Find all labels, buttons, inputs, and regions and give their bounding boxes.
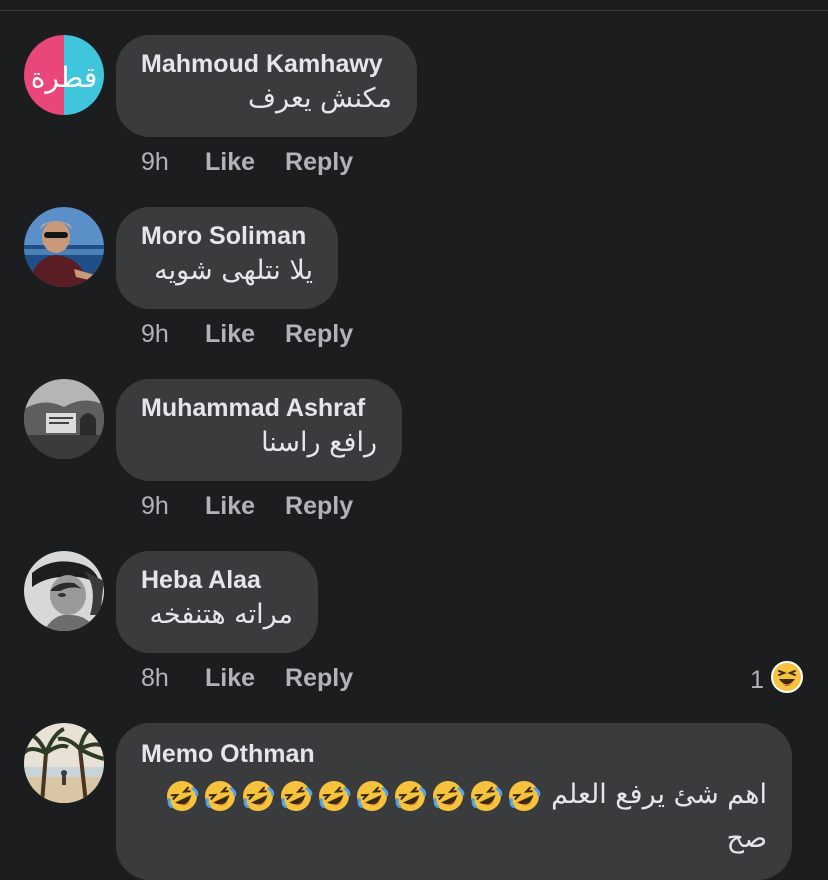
comment-actions: 9h Like Reply — [141, 320, 383, 349]
comment-text: رافع راسنا — [261, 427, 377, 458]
comment-author[interactable]: Muhammad Ashraf — [141, 393, 377, 423]
like-button[interactable]: Like — [205, 664, 255, 693]
comment-bubble[interactable]: Heba Alaa مراته هتنفخه — [116, 551, 318, 653]
comment-text: مكنش يعرف — [248, 83, 392, 114]
laughing-face-icon — [770, 660, 804, 701]
like-button[interactable]: Like — [205, 148, 255, 177]
comment-actions: 8h Like Reply — [141, 664, 383, 693]
palm-trees-beach-avatar[interactable] — [24, 723, 104, 803]
comment-author[interactable]: Mahmoud Kamhawy — [141, 49, 392, 79]
comment-timestamp[interactable]: 9h — [141, 320, 205, 349]
grayscale-photo-avatar[interactable] — [24, 379, 104, 459]
qatra-logo-avatar[interactable]: قطرة — [24, 35, 104, 115]
comment-author[interactable]: Memo Othman — [141, 739, 767, 769]
comment-actions: 9h Like Reply — [141, 148, 383, 177]
top-divider — [0, 10, 828, 11]
comment-text: يلا نتلهى شويه — [154, 255, 313, 286]
rolling-on-floor-laughing-icon — [395, 780, 427, 811]
bw-portrait-avatar[interactable] — [24, 551, 104, 631]
comment-author[interactable]: Heba Alaa — [141, 565, 293, 595]
reply-button[interactable]: Reply — [285, 320, 353, 349]
comment-text: مراته هتنفخه — [149, 599, 293, 630]
rolling-on-floor-laughing-icon — [243, 780, 275, 811]
comment-bubble[interactable]: Muhammad Ashraf رافع راسنا — [116, 379, 402, 481]
man-sunglasses-avatar[interactable] — [24, 207, 104, 287]
rolling-on-floor-laughing-icon — [167, 780, 199, 811]
comment-bubble[interactable]: Memo Othman اهم شئ يرفع العلم صح — [116, 723, 792, 880]
rolling-on-floor-laughing-icon — [509, 780, 541, 811]
emoji-row — [164, 778, 542, 814]
comment-text: اهم شئ يرفع العلم — [141, 775, 767, 815]
reply-button[interactable]: Reply — [285, 664, 353, 693]
reaction-summary[interactable]: 1 — [750, 660, 804, 701]
rolling-on-floor-laughing-icon — [281, 780, 313, 811]
comment-author[interactable]: Moro Soliman — [141, 221, 313, 251]
rolling-on-floor-laughing-icon — [319, 780, 351, 811]
comment-bubble[interactable]: Moro Soliman يلا نتلهى شويه — [116, 207, 338, 309]
comment-text-line: اهم شئ يرفع العلم — [551, 779, 767, 810]
reaction-count: 1 — [750, 666, 764, 694]
like-button[interactable]: Like — [205, 492, 255, 521]
rolling-on-floor-laughing-icon — [471, 780, 503, 811]
comment-timestamp[interactable]: 9h — [141, 492, 205, 521]
comment-text-line: صح — [726, 823, 767, 854]
comments-page: قطرة Mahmoud Kamhawy مكنش يعرف 9h Like Rep… — [0, 0, 828, 880]
comment-actions: 9h Like Reply — [141, 492, 383, 521]
comment-timestamp[interactable]: 9h — [141, 148, 205, 177]
comment-bubble[interactable]: Mahmoud Kamhawy مكنش يعرف — [116, 35, 417, 137]
reply-button[interactable]: Reply — [285, 492, 353, 521]
rolling-on-floor-laughing-icon — [433, 780, 465, 811]
rolling-on-floor-laughing-icon — [205, 780, 237, 811]
rolling-on-floor-laughing-icon — [357, 780, 389, 811]
comment-timestamp[interactable]: 8h — [141, 664, 205, 693]
reply-button[interactable]: Reply — [285, 148, 353, 177]
like-button[interactable]: Like — [205, 320, 255, 349]
avatar-logo-text: قطرة — [31, 61, 97, 94]
